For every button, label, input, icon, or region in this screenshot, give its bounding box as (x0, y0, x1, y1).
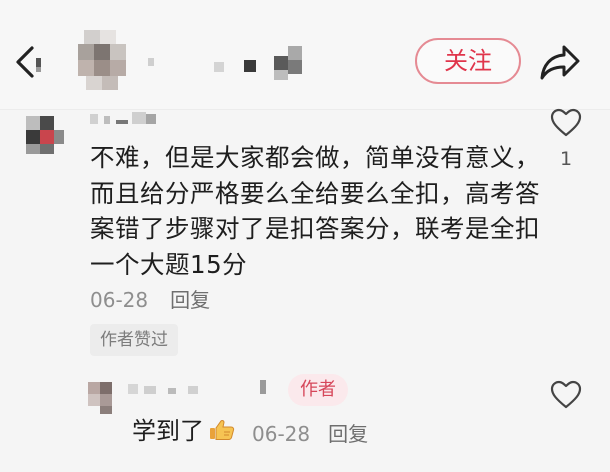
comment-like-button[interactable]: 1 (546, 108, 586, 170)
author-name-redacted[interactable] (148, 46, 308, 82)
back-button[interactable] (14, 44, 44, 80)
reply-date: 06-28 (252, 422, 311, 446)
commenter-avatar[interactable] (26, 116, 70, 160)
follow-button[interactable]: 关注 (415, 38, 521, 84)
back-arrow-icon (16, 46, 41, 78)
author-tag: 作者 (288, 374, 348, 406)
author-liked-badge: 作者赞过 (90, 324, 178, 356)
reply-author-avatar[interactable] (88, 378, 124, 414)
author-avatar[interactable] (70, 30, 134, 90)
comment-text: 不难，但是大家都会做，简单没有意义，而且给分严格要么全给要么全扣，高考答案错了步… (90, 143, 540, 279)
header-bar: 关注 (0, 0, 610, 110)
share-button[interactable] (538, 42, 582, 82)
thumbs-up-emoji-icon (210, 420, 235, 440)
reply-text: 学到了 (132, 417, 204, 445)
comment-like-count: 1 (559, 148, 573, 170)
reply-meta: 06-28 回复 (252, 418, 368, 447)
comment-meta: 06-28 回复 (90, 284, 210, 313)
share-icon (540, 45, 580, 80)
comment-date: 06-28 (90, 288, 149, 312)
commenter-name-redacted[interactable] (90, 110, 170, 128)
heart-outline-icon (550, 108, 582, 137)
reply-like-button[interactable] (546, 380, 586, 414)
comment-thread-screen: 关注 不难，但是大家都会做，简单没有意义，而且给分严格要么全给要么全扣，高考答案 (0, 0, 610, 472)
reply-reply-button[interactable]: 回复 (328, 422, 368, 446)
reply-author-name-redacted[interactable] (128, 378, 278, 400)
reply-content: 学到了 (132, 414, 236, 448)
comment-reply-button[interactable]: 回复 (170, 288, 210, 312)
heart-outline-icon (550, 380, 582, 409)
